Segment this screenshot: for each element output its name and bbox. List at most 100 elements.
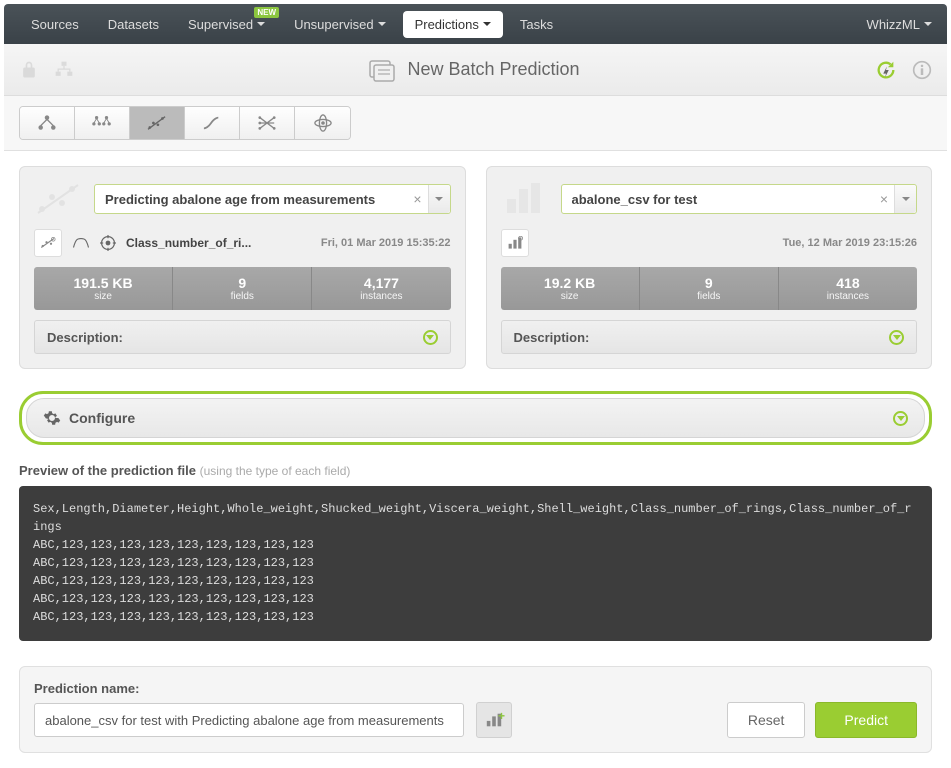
dataset-selector[interactable]: ×	[561, 184, 918, 214]
preview-subtitle: (using the type of each field)	[200, 464, 351, 478]
main-content: × Class_number_of_ri... Fri, 01 Mar 2019…	[4, 151, 947, 768]
dataset-timestamp: Tue, 12 Mar 2019 23:15:26	[783, 237, 917, 249]
model-fields-value: 9	[173, 275, 311, 291]
nav-sources[interactable]: Sources	[19, 11, 91, 38]
expand-icon	[889, 330, 904, 345]
top-navigation: Sources Datasets SupervisedNEW Unsupervi…	[4, 4, 947, 44]
model-description-toggle[interactable]: Description:	[34, 320, 451, 354]
model-meta-left: Class_number_of_ri...	[34, 229, 251, 257]
objective-field: Class_number_of_ri...	[126, 236, 251, 250]
nav-unsupervised-label: Unsupervised	[294, 17, 374, 32]
nav-whizzml[interactable]: WhizzML	[867, 17, 932, 32]
dataset-fields-label: fields	[640, 291, 778, 302]
histogram-icon	[501, 181, 551, 217]
expand-icon	[893, 411, 908, 426]
nav-whizzml-label: WhizzML	[867, 17, 920, 32]
regression-icon	[39, 235, 57, 251]
dataset-panel-top: ×	[501, 181, 918, 217]
dataset-description-label: Description:	[514, 330, 590, 345]
caret-down-icon	[924, 22, 932, 26]
nav-tasks[interactable]: Tasks	[508, 11, 565, 38]
batch-prediction-icon	[369, 58, 397, 82]
configure-section: Configure	[19, 391, 932, 445]
expand-icon	[423, 330, 438, 345]
fusion-model-button[interactable]	[295, 107, 350, 139]
model-size-value: 191.5 KB	[34, 275, 172, 291]
configure-left: Configure	[43, 409, 135, 427]
reset-button[interactable]: Reset	[727, 702, 806, 738]
deepnet-model-button[interactable]	[240, 107, 295, 139]
model-panel: × Class_number_of_ri... Fri, 01 Mar 2019…	[19, 166, 466, 369]
info-icon[interactable]	[912, 60, 932, 80]
tree-model-button[interactable]	[20, 107, 75, 139]
ensemble-model-button[interactable]	[75, 107, 130, 139]
header-right	[875, 59, 932, 81]
nav-supervised-label: Supervised	[188, 17, 253, 32]
page-title: New Batch Prediction	[407, 59, 579, 80]
model-selector[interactable]: ×	[94, 184, 451, 214]
nav-tasks-label: Tasks	[520, 17, 553, 32]
configure-toggle[interactable]: Configure	[26, 398, 925, 438]
bar-chart-icon	[507, 236, 523, 250]
preview-title-text: Preview of the prediction file	[19, 463, 196, 478]
dataset-panel: × Tue, 12 Mar 2019 23:15:26 19.2 KBsize …	[486, 166, 933, 369]
regression-model-button[interactable]	[130, 107, 185, 139]
dataset-instances-stat: 418instances	[779, 267, 917, 310]
predict-button[interactable]: Predict	[815, 702, 917, 738]
network-icon[interactable]	[54, 60, 74, 80]
nav-unsupervised[interactable]: Unsupervised	[282, 11, 398, 38]
footer-section: Prediction name: + Reset Predict	[19, 666, 932, 753]
gears-icon	[43, 409, 61, 427]
dataset-stats: 19.2 KBsize 9fields 418instances	[501, 267, 918, 310]
model-dropdown-toggle[interactable]	[428, 185, 450, 213]
model-panel-top: ×	[34, 181, 451, 217]
dataset-dropdown-toggle[interactable]	[894, 185, 916, 213]
logistic-model-button[interactable]	[185, 107, 240, 139]
dataset-fields-value: 9	[640, 275, 778, 291]
footer-left: +	[34, 702, 512, 738]
model-stats: 191.5 KBsize 9fields 4,177instances	[34, 267, 451, 310]
new-badge: NEW	[254, 7, 279, 18]
preview-content: Sex,Length,Diameter,Height,Whole_weight,…	[19, 486, 932, 641]
plus-icon: +	[498, 709, 505, 723]
dataset-size-stat: 19.2 KBsize	[501, 267, 640, 310]
model-timestamp: Fri, 01 Mar 2019 15:35:22	[321, 237, 451, 249]
configure-label: Configure	[69, 410, 135, 426]
dataset-size-value: 19.2 KB	[501, 275, 639, 291]
nav-predictions-label: Predictions	[415, 17, 479, 32]
caret-down-icon	[378, 22, 386, 26]
clear-model-icon[interactable]: ×	[408, 191, 428, 207]
create-dataset-button[interactable]: +	[476, 702, 512, 738]
footer-row: + Reset Predict	[34, 702, 917, 738]
configure-highlight: Configure	[19, 391, 932, 445]
model-size-label: size	[34, 291, 172, 302]
prediction-name-input[interactable]	[34, 703, 464, 737]
model-size-stat: 191.5 KBsize	[34, 267, 173, 310]
toolbar-group	[19, 106, 351, 140]
panels-row: × Class_number_of_ri... Fri, 01 Mar 2019…	[19, 166, 932, 369]
model-description-label: Description:	[47, 330, 123, 345]
caret-down-icon	[257, 22, 265, 26]
dataset-input[interactable]	[572, 192, 875, 207]
distribution-icon	[72, 236, 90, 250]
nav-datasets[interactable]: Datasets	[96, 11, 171, 38]
caret-down-icon	[902, 197, 910, 201]
dataset-description-toggle[interactable]: Description:	[501, 320, 918, 354]
target-icon	[100, 235, 116, 251]
model-fields-label: fields	[173, 291, 311, 302]
nav-left: Sources Datasets SupervisedNEW Unsupervi…	[19, 11, 565, 38]
caret-down-icon	[435, 197, 443, 201]
model-input[interactable]	[105, 192, 408, 207]
nav-datasets-label: Datasets	[108, 17, 159, 32]
model-instances-value: 4,177	[312, 275, 450, 291]
refresh-icon[interactable]	[875, 59, 897, 81]
model-fields-stat: 9fields	[173, 267, 312, 310]
caret-down-icon	[483, 22, 491, 26]
dataset-type-icon-box[interactable]	[501, 229, 529, 257]
nav-supervised[interactable]: SupervisedNEW	[176, 11, 277, 38]
dataset-instances-value: 418	[779, 275, 917, 291]
preview-title: Preview of the prediction file (using th…	[19, 463, 932, 478]
nav-predictions[interactable]: Predictions	[403, 11, 503, 38]
model-type-icon-box[interactable]	[34, 229, 62, 257]
clear-dataset-icon[interactable]: ×	[874, 191, 894, 207]
